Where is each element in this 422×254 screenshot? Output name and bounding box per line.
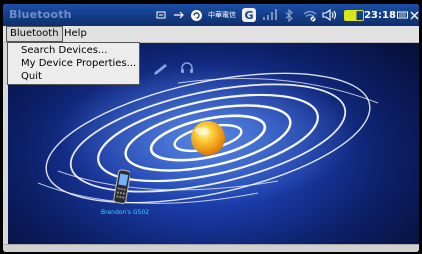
g-badge: G [242,8,256,22]
device-name-label[interactable]: Brendon's G502 [101,209,149,216]
app-title: Bluetooth [9,8,72,21]
bottom-bar [3,244,419,252]
menu-item-search-devices[interactable]: Search Devices... [21,44,107,57]
pen-icon[interactable] [154,60,168,79]
headphones-icon[interactable] [180,59,194,78]
menu-help[interactable]: Help [61,26,90,42]
g-icon[interactable]: G [242,7,256,23]
orb [191,121,225,155]
storage-icon[interactable] [155,7,167,23]
app-window: Bluetooth 中華電信 G 23:18 Bluetooth Help Br… [3,4,419,252]
battery-level [344,9,364,21]
phone-icon[interactable] [112,169,131,209]
bluetooth-icon[interactable] [283,7,295,23]
carrier-label: 中華電信 [208,11,236,19]
usb-icon[interactable] [172,7,186,23]
close-icon[interactable] [409,7,419,23]
keyboard-icon[interactable] [396,7,408,23]
bluetooth-dropdown-menu: Search Devices... My Device Properties..… [7,42,140,85]
volume-icon[interactable] [321,7,339,23]
menu-item-my-device-properties[interactable]: My Device Properties... [21,57,136,70]
sync-icon[interactable] [189,7,203,23]
menu-bluetooth[interactable]: Bluetooth [6,26,63,42]
signal-icon[interactable] [261,7,279,23]
menubar: Bluetooth Help [3,26,419,43]
status-bar: Bluetooth 中華電信 G 23:18 [3,4,419,26]
menu-item-quit[interactable]: Quit [21,70,42,83]
wifi-icon[interactable] [301,7,319,23]
battery-icon[interactable] [343,7,365,23]
clock: 23:18 [364,9,396,21]
